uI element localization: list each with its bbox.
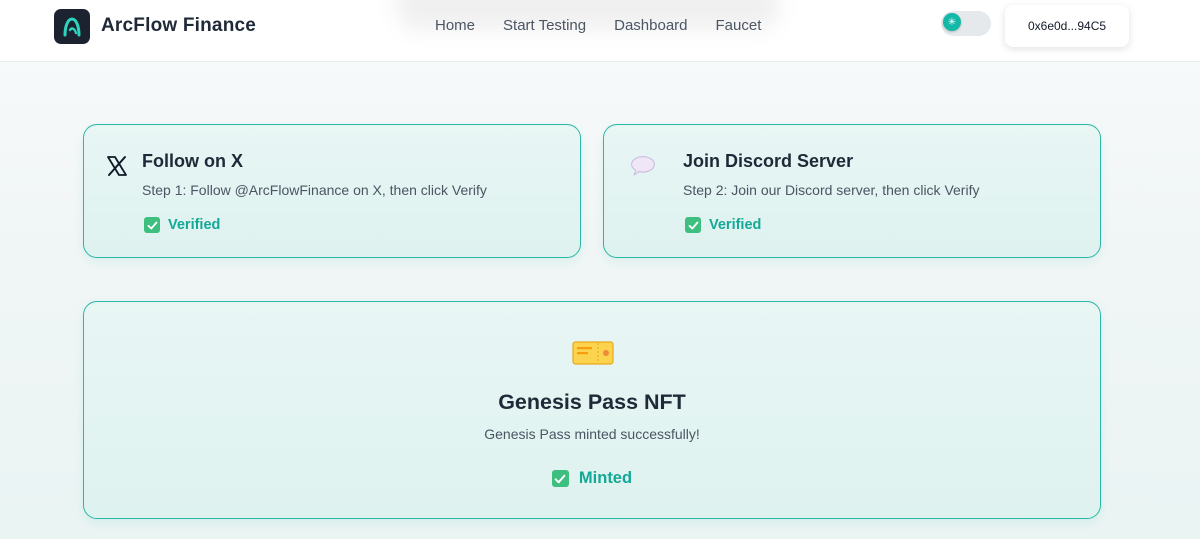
task-description: Step 1: Follow @ArcFlowFinance on X, the…	[142, 182, 487, 198]
nft-title: Genesis Pass NFT	[498, 390, 686, 414]
nft-description: Genesis Pass minted successfully!	[484, 426, 700, 442]
theme-toggle[interactable]: ✳	[941, 11, 991, 36]
nav-faucet[interactable]: Faucet	[716, 17, 762, 34]
nav-home[interactable]: Home	[435, 17, 475, 34]
check-icon	[144, 217, 160, 233]
status-text: Verified	[168, 217, 221, 233]
status-text: Minted	[578, 469, 633, 487]
brand-name[interactable]: ArcFlow Finance	[101, 15, 256, 37]
status-text: Verified	[709, 217, 762, 233]
nav-dashboard[interactable]: Dashboard	[614, 17, 687, 34]
ticket-icon	[571, 339, 615, 367]
task-title: Follow on X	[142, 151, 243, 171]
sun-icon: ✳	[943, 13, 961, 31]
speech-bubble-icon	[630, 153, 656, 179]
task-title: Join Discord Server	[683, 151, 854, 171]
status-badge: Verified	[685, 217, 761, 233]
check-icon	[551, 470, 569, 487]
task-description: Step 2: Join our Discord server, then cl…	[683, 182, 980, 198]
task-card-join-discord: Join Discord Server Step 2: Join our Dis…	[603, 124, 1101, 258]
status-badge: Verified	[144, 217, 220, 233]
genesis-pass-card: Genesis Pass NFT Genesis Pass minted suc…	[83, 301, 1101, 519]
x-logo-icon	[104, 153, 130, 179]
brand-logo-icon[interactable]	[54, 9, 90, 44]
top-navbar: ArcFlow Finance Home Start Testing Dashb…	[0, 0, 1200, 62]
nav-start-testing[interactable]: Start Testing	[503, 17, 586, 34]
main-nav: Home Start Testing Dashboard Faucet	[435, 17, 789, 34]
wallet-address-button[interactable]: 0x6e0d...94C5	[1005, 5, 1129, 47]
task-card-follow-x: Follow on X Step 1: Follow @ArcFlowFinan…	[83, 124, 581, 258]
mint-status-badge: Minted	[84, 469, 1100, 488]
arc-logo-icon	[63, 16, 81, 36]
check-icon	[685, 217, 701, 233]
